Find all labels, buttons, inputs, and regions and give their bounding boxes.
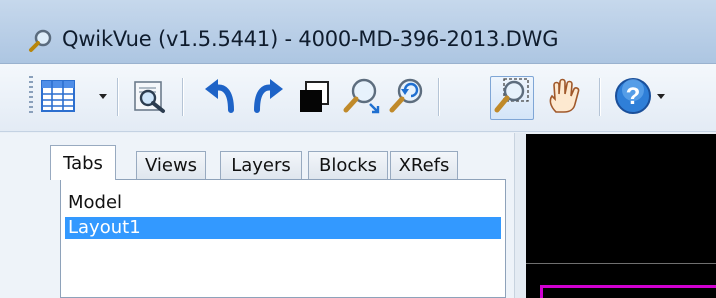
print-preview-button[interactable] — [128, 76, 172, 120]
redo-button[interactable] — [245, 76, 289, 120]
redo-icon — [247, 76, 287, 120]
tab-tabs[interactable]: Tabs — [50, 145, 116, 180]
undo-icon — [201, 76, 241, 120]
chevron-down-icon[interactable] — [657, 94, 665, 99]
zoom-previous-button[interactable] — [386, 76, 430, 120]
pan-hand-icon — [544, 76, 584, 120]
layout-list[interactable]: Model Layout1 — [60, 179, 506, 298]
title-bar: QwikVue (v1.5.5441) - 4000-MD-396-2013.D… — [0, 0, 716, 64]
zoom-window-icon — [492, 76, 532, 120]
zoom-extents-button[interactable] — [340, 76, 384, 120]
grid-table-icon — [38, 76, 78, 120]
zoom-previous-icon — [388, 76, 428, 120]
zoom-window-button[interactable] — [490, 76, 534, 120]
window-title: QwikVue (v1.5.5441) - 4000-MD-396-2013.D… — [62, 27, 559, 51]
tab-xrefs[interactable]: XRefs — [390, 151, 458, 179]
pan-button[interactable] — [542, 76, 586, 120]
toolbar-grip[interactable] — [29, 76, 33, 116]
help-icon: ? — [613, 76, 653, 120]
undo-button[interactable] — [199, 76, 243, 120]
black-white-button[interactable] — [292, 76, 336, 120]
toolbar-separator — [182, 78, 183, 116]
list-item-layout1[interactable]: Layout1 — [65, 217, 501, 239]
toolbar-separator — [599, 78, 600, 116]
list-item-model[interactable]: Model — [65, 192, 501, 214]
chevron-down-icon[interactable] — [99, 94, 107, 99]
help-button[interactable]: ? — [611, 76, 655, 120]
tab-layers[interactable]: Layers — [220, 151, 302, 179]
svg-text:?: ? — [626, 83, 641, 110]
drawing-line — [526, 263, 716, 264]
table-view-button[interactable] — [36, 76, 80, 120]
black-white-icon — [294, 76, 334, 120]
panel-splitter[interactable] — [514, 133, 526, 298]
tab-blocks[interactable]: Blocks — [308, 151, 388, 179]
drawing-viewport[interactable] — [526, 134, 716, 298]
zoom-extents-icon — [342, 76, 382, 120]
toolbar-separator — [117, 78, 118, 116]
toolbar: ? — [0, 64, 716, 132]
toolbar-separator — [438, 78, 439, 116]
tab-views[interactable]: Views — [136, 151, 206, 179]
print-preview-icon — [130, 76, 170, 120]
layout-frame-left — [540, 285, 543, 298]
layout-frame-top — [540, 285, 716, 288]
magnifier-app-icon — [28, 28, 54, 54]
